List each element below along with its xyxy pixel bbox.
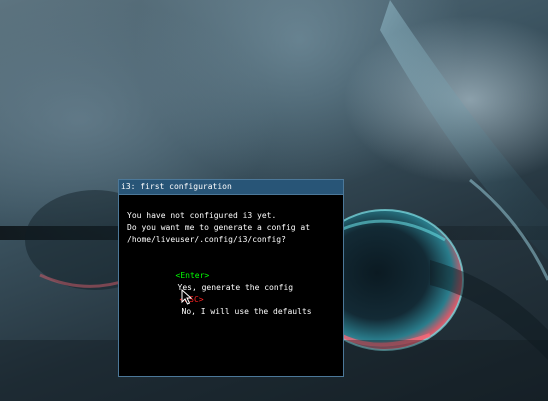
message-line-1: You have not configured i3 yet.	[127, 211, 277, 220]
window-title: i3: first configuration	[121, 182, 232, 191]
option-use-defaults[interactable]: <ESC> No, I will use the defaults	[141, 282, 312, 330]
first-configuration-dialog[interactable]: i3: first configuration You have not con…	[118, 179, 344, 377]
mouse-pointer-icon	[181, 289, 193, 305]
desktop-wallpaper: i3: first configuration You have not con…	[0, 0, 548, 401]
message-line-2: Do you want me to generate a config at	[127, 223, 311, 232]
message-line-3: /home/liveuser/.config/i3/config?	[127, 235, 286, 244]
use-defaults-label: No, I will use the defaults	[181, 307, 312, 316]
enter-key-label: <Enter>	[175, 271, 210, 280]
window-title-bar[interactable]: i3: first configuration	[119, 180, 343, 195]
